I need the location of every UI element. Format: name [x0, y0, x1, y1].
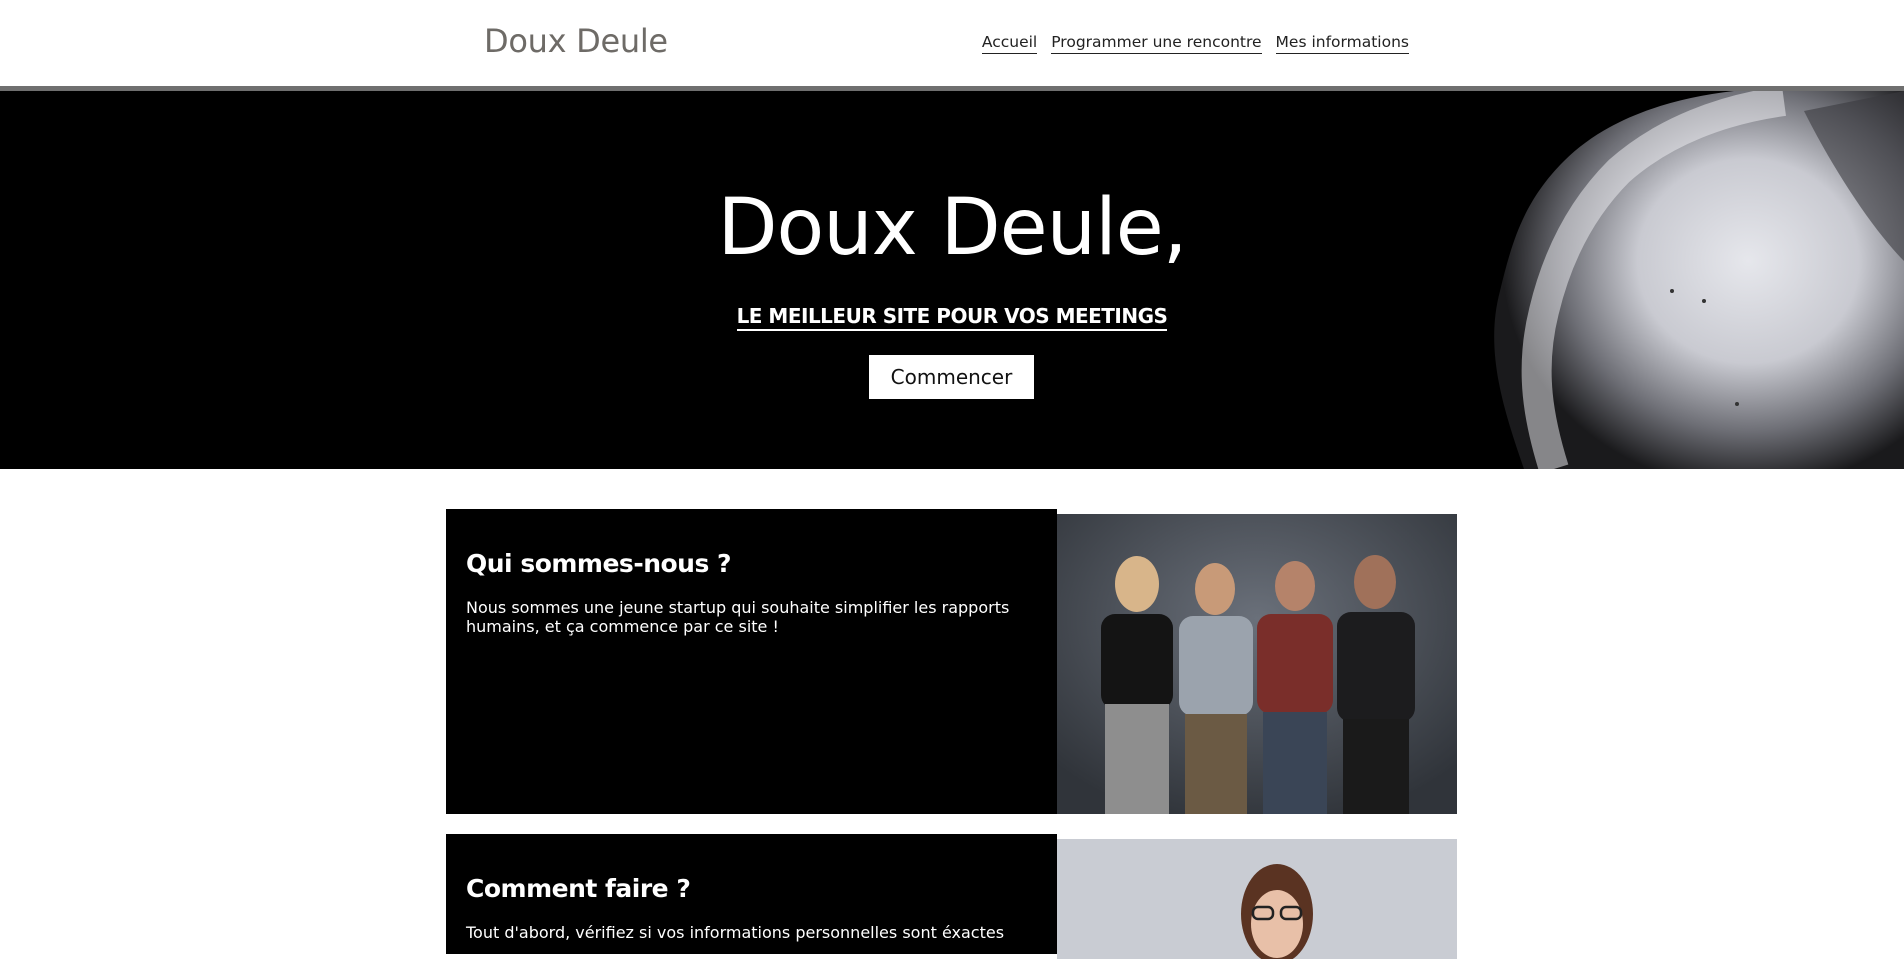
about-text-panel: Qui sommes-nous ? Nous sommes une jeune … — [446, 509, 1057, 814]
main-nav: Accueil Programmer une rencontre Mes inf… — [981, 33, 1409, 54]
commencer-button[interactable]: Commencer — [869, 355, 1034, 399]
about-section: Qui sommes-nous ? Nous sommes une jeune … — [446, 509, 1457, 814]
section-title: Comment faire ? — [466, 874, 691, 903]
nav-link-accueil[interactable]: Accueil — [981, 33, 1038, 54]
woman-portrait-photo — [1057, 839, 1457, 959]
team-photo — [1057, 514, 1457, 814]
brand-logo[interactable]: Doux Deule — [484, 22, 668, 60]
hero-banner: Doux Deule, LE MEILLEUR SITE POUR VOS ME… — [0, 91, 1904, 469]
hero-subtitle[interactable]: LE MEILLEUR SITE POUR VOS MEETINGS — [736, 304, 1168, 331]
hero-title: Doux Deule, — [717, 183, 1187, 273]
howto-section: Comment faire ? Tout d'abord, vérifiez s… — [446, 834, 1457, 959]
howto-text-panel: Comment faire ? Tout d'abord, vérifiez s… — [446, 834, 1057, 954]
hero-subtitle-wrap: LE MEILLEUR SITE POUR VOS MEETINGS — [0, 304, 1904, 331]
nav-link-mes-informations[interactable]: Mes informations — [1275, 33, 1409, 54]
section-title: Qui sommes-nous ? — [466, 549, 732, 578]
nav-link-programmer-rencontre[interactable]: Programmer une rencontre — [1051, 33, 1262, 54]
site-header: Doux Deule Accueil Programmer une rencon… — [0, 0, 1904, 86]
hero-abstract-image — [1404, 91, 1904, 469]
section-body: Nous sommes une jeune startup qui souhai… — [466, 598, 1010, 636]
section-body: Tout d'abord, vérifiez si vos informatio… — [466, 923, 1005, 942]
